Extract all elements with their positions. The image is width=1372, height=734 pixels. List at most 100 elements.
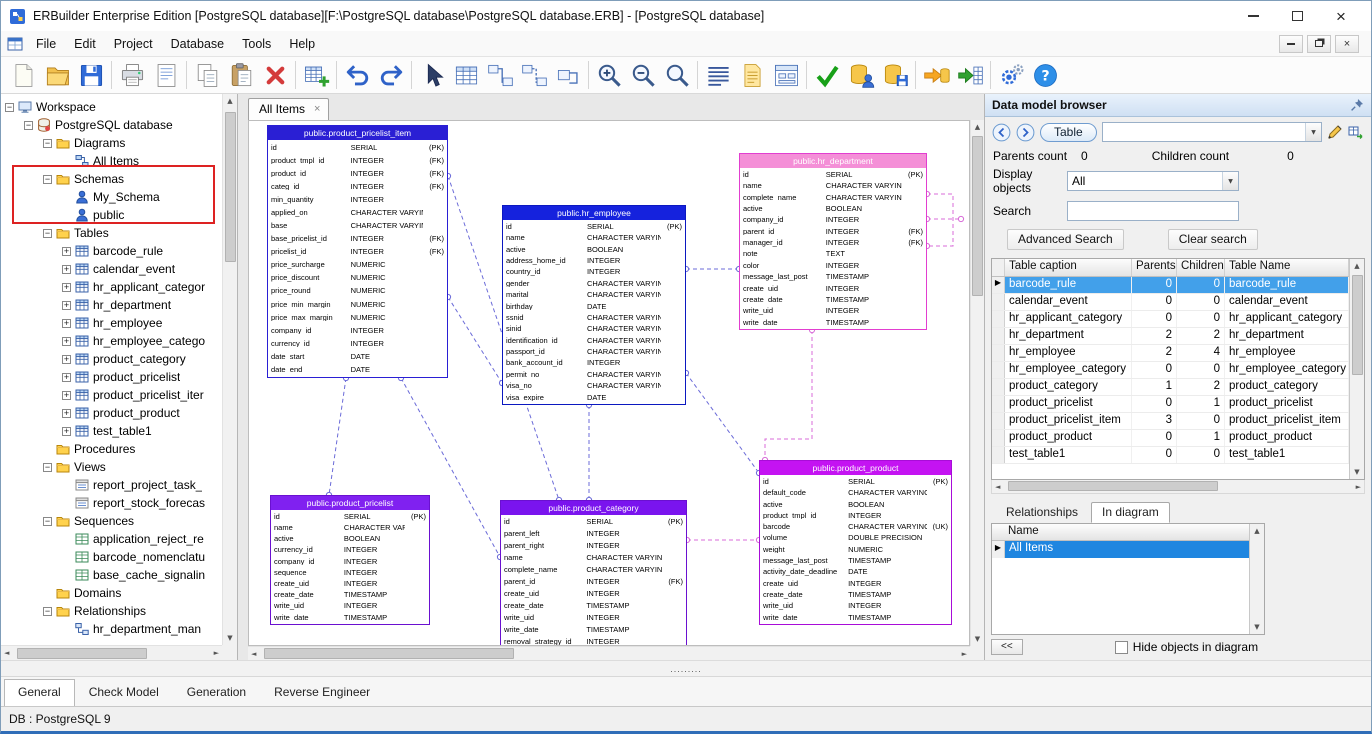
tree-item-relationships[interactable]: −Relationships — [1, 602, 222, 620]
tree-item-views[interactable]: −Views — [1, 458, 222, 476]
paste-button[interactable] — [224, 58, 258, 92]
self-relationship-button[interactable] — [551, 58, 585, 92]
back-icon[interactable] — [992, 123, 1011, 142]
expand-icon[interactable]: + — [62, 319, 71, 328]
display-objects-select[interactable]: All ▼ — [1067, 171, 1239, 191]
scroll-left-arrow[interactable]: ◄ — [992, 480, 1003, 494]
tree-item-barcode-nomenclatu[interactable]: barcode_nomenclatu — [1, 548, 222, 566]
check-model-button[interactable] — [810, 58, 844, 92]
minimize-button[interactable] — [1231, 3, 1275, 29]
help-button[interactable]: ? — [1028, 58, 1062, 92]
tree-item-test-table1[interactable]: +test_table1 — [1, 422, 222, 440]
tree-item-hr-employee-catego[interactable]: +hr_employee_catego — [1, 332, 222, 350]
scroll-thumb[interactable] — [264, 648, 514, 659]
tree-item-hr-department[interactable]: +hr_department — [1, 296, 222, 314]
zoom-out-button[interactable] — [626, 58, 660, 92]
tab-close-icon[interactable]: × — [314, 104, 320, 115]
tree-item-public[interactable]: public — [1, 206, 222, 224]
tree-item-schemas[interactable]: −Schemas — [1, 170, 222, 188]
undo-button[interactable] — [340, 58, 374, 92]
scroll-left-arrow[interactable]: ◄ — [1, 646, 12, 660]
menu-edit[interactable]: Edit — [65, 34, 105, 54]
non-identifying-relationship-button[interactable] — [517, 58, 551, 92]
copy-button[interactable] — [190, 58, 224, 92]
tree-item-hr-employee[interactable]: +hr_employee — [1, 314, 222, 332]
tree-item-workspace[interactable]: −Workspace — [1, 98, 222, 116]
tree-item-product-product[interactable]: +product_product — [1, 404, 222, 422]
menu-tools[interactable]: Tools — [233, 34, 280, 54]
grid-row-calendar-event[interactable]: calendar_event00calendar_event — [992, 294, 1349, 311]
new-file-button[interactable] — [6, 58, 40, 92]
tree-item-hr-applicant-categor[interactable]: +hr_applicant_categor — [1, 278, 222, 296]
relationship-line[interactable] — [765, 330, 812, 460]
expand-icon[interactable]: + — [62, 301, 71, 310]
object-combo[interactable]: ▼ — [1102, 122, 1322, 142]
menu-help[interactable]: Help — [280, 34, 324, 54]
mdi-close-button[interactable]: × — [1335, 35, 1359, 53]
chevron-down-icon[interactable]: ▼ — [1305, 123, 1321, 141]
tree-item-domains[interactable]: Domains — [1, 584, 222, 602]
collapse-panel-button[interactable]: << — [991, 639, 1023, 655]
er-table-hr-department[interactable]: public.hr_departmentidSERIAL(PK)nameCHAR… — [739, 153, 927, 330]
zoom-button[interactable] — [660, 58, 694, 92]
scroll-thumb[interactable] — [225, 112, 236, 262]
er-table-product-product[interactable]: public.product_productidSERIAL(PK)defaul… — [759, 460, 952, 625]
tree-item-product-pricelist-iter[interactable]: +product_pricelist_iter — [1, 386, 222, 404]
grid-row-product-category[interactable]: product_category12product_category — [992, 379, 1349, 396]
expand-icon[interactable]: + — [62, 337, 71, 346]
scroll-left-arrow[interactable]: ◄ — [248, 647, 259, 661]
report-button[interactable] — [701, 58, 735, 92]
tree-item-tables[interactable]: −Tables — [1, 224, 222, 242]
mdi-minimize-button[interactable] — [1279, 35, 1303, 53]
tab-in-diagram[interactable]: In diagram — [1091, 502, 1170, 523]
import-table-button[interactable] — [953, 58, 987, 92]
list-item-all-items[interactable]: ▶All Items — [992, 541, 1249, 558]
chevron-down-icon[interactable]: ▼ — [1222, 172, 1238, 190]
grid-row-test-table1[interactable]: test_table100test_table1 — [992, 447, 1349, 464]
expand-icon[interactable]: + — [62, 355, 71, 364]
grid-row-product-product[interactable]: product_product01product_product — [992, 430, 1349, 447]
pointer-button[interactable] — [415, 58, 449, 92]
collapse-icon[interactable]: − — [24, 121, 33, 130]
redo-button[interactable] — [374, 58, 408, 92]
add-to-diagram-icon[interactable] — [1348, 124, 1364, 140]
grid-column-header-table-name[interactable]: Table Name — [1225, 259, 1349, 276]
tree-item-all-items[interactable]: All Items — [1, 152, 222, 170]
grid-row-hr-applicant-category[interactable]: hr_applicant_category00hr_applicant_cate… — [992, 311, 1349, 328]
relationship-line[interactable] — [329, 378, 346, 495]
database-save-button[interactable] — [878, 58, 912, 92]
close-button[interactable]: × — [1319, 3, 1363, 29]
open-project-button[interactable] — [40, 58, 74, 92]
delete-button[interactable] — [258, 58, 292, 92]
er-diagram-canvas[interactable]: public.product_pricelist_itemidSERIAL(PK… — [248, 120, 970, 646]
grid-column-header-children[interactable]: Children — [1177, 259, 1225, 276]
expand-icon[interactable]: + — [62, 265, 71, 274]
tree-item-postgresql-database[interactable]: −PostgreSQL database — [1, 116, 222, 134]
grid-column-header-parents[interactable]: Parents — [1132, 259, 1177, 276]
scroll-right-arrow[interactable]: ► — [1353, 480, 1364, 494]
one-to-many-relationship-button[interactable] — [483, 58, 517, 92]
scroll-down-arrow[interactable]: ▼ — [1351, 465, 1362, 479]
scroll-up-arrow[interactable]: ▲ — [1251, 524, 1262, 538]
scroll-thumb[interactable] — [1352, 275, 1363, 375]
scroll-up-arrow[interactable]: ▲ — [972, 120, 983, 134]
tree-horizontal-scrollbar[interactable]: ◄ ► — [1, 645, 222, 660]
grid-column-header-table-caption[interactable]: Table caption — [1005, 259, 1132, 276]
grid-row-product-pricelist-item[interactable]: product_pricelist_item30product_pricelis… — [992, 413, 1349, 430]
canvas-horizontal-scrollbar[interactable]: ◄ ► — [248, 646, 970, 660]
grid-row-hr-employee-category[interactable]: hr_employee_category00hr_employee_catego… — [992, 362, 1349, 379]
database-user-button[interactable] — [844, 58, 878, 92]
document-generator-button[interactable] — [735, 58, 769, 92]
tree-item-report-stock-forecas[interactable]: report_stock_forecas — [1, 494, 222, 512]
horizontal-splitter[interactable]: ......... — [1, 660, 1371, 676]
collapse-icon[interactable]: − — [43, 175, 52, 184]
bottom-tab-check-model[interactable]: Check Model — [75, 679, 173, 706]
grid-row-barcode-rule[interactable]: ▶barcode_rule00barcode_rule — [992, 277, 1349, 294]
grid-row-product-pricelist[interactable]: product_pricelist01product_pricelist — [992, 396, 1349, 413]
tree-item-base-cache-signalin[interactable]: base_cache_signalin — [1, 566, 222, 584]
relationship-line[interactable] — [927, 194, 953, 246]
relationship-line[interactable] — [686, 373, 759, 473]
tree-item-product-pricelist[interactable]: +product_pricelist — [1, 368, 222, 386]
print-preview-button[interactable] — [149, 58, 183, 92]
scroll-thumb[interactable] — [972, 136, 983, 296]
